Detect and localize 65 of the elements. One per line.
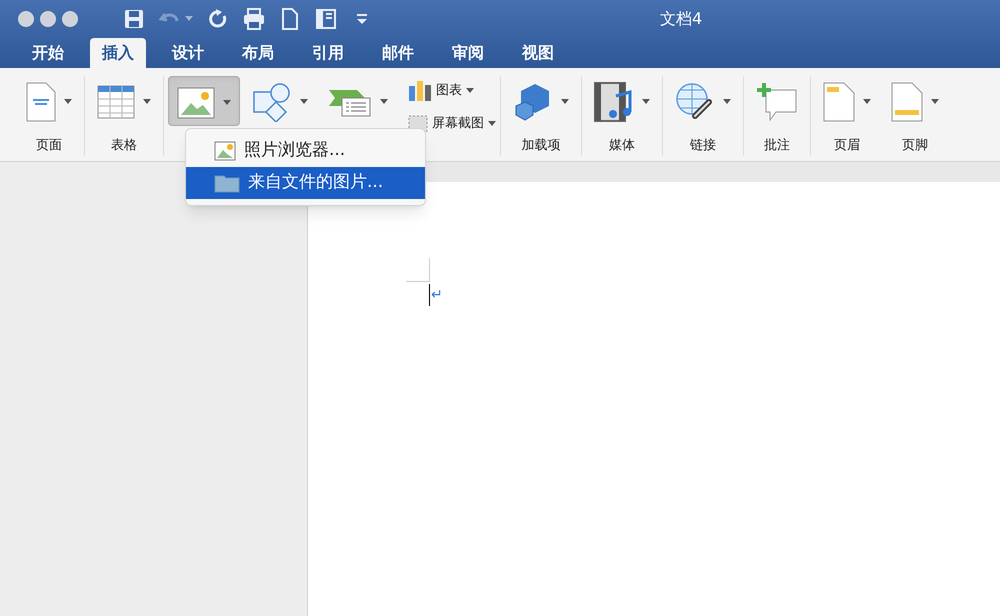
ribbon-tab[interactable]: 开始 — [20, 38, 76, 68]
ribbon-button[interactable]: 加载项 — [505, 76, 577, 156]
caret-icon — [863, 99, 871, 105]
caret-icon — [185, 16, 193, 22]
caret-icon — [723, 99, 731, 105]
paragraph-mark: ↵ — [431, 286, 443, 304]
caret-icon — [380, 99, 388, 105]
margin-mark — [406, 258, 430, 282]
ribbon-button[interactable]: 页面 — [18, 76, 80, 156]
ribbon-tab[interactable]: 插入 — [90, 38, 146, 68]
caret-icon — [561, 99, 569, 105]
shapes-icon — [252, 82, 292, 122]
ribbon-tab[interactable]: 邮件 — [370, 38, 426, 68]
ribbon-button-label: 加载项 — [522, 137, 560, 155]
ribbon-button[interactable]: 页脚 — [883, 76, 947, 156]
bar-chart-icon — [408, 80, 432, 102]
menu-item[interactable]: 照片浏览器... — [186, 135, 425, 167]
ribbon-button[interactable] — [168, 76, 240, 126]
ribbon-button-label: 媒体 — [609, 137, 635, 155]
print-icon[interactable] — [243, 8, 265, 30]
caret-icon — [300, 99, 308, 105]
table-icon — [97, 85, 135, 119]
ribbon-tab[interactable]: 布局 — [230, 38, 286, 68]
caret-icon — [466, 88, 474, 94]
picture-icon — [214, 141, 236, 161]
ribbon-button-label: 表格 — [111, 137, 137, 155]
folder-icon — [214, 173, 240, 193]
ribbon-button[interactable]: 页眉 — [815, 76, 879, 156]
page-icon — [26, 82, 56, 122]
ribbon-button-label: 链接 — [690, 137, 716, 155]
ribbon-button-label: 页脚 — [902, 137, 928, 155]
page-footer-icon — [891, 82, 923, 122]
comment-icon — [756, 82, 798, 122]
ribbon-tab[interactable]: 审阅 — [440, 38, 496, 68]
globe-link-icon — [675, 82, 715, 122]
ribbon-button[interactable]: 媒体 — [586, 76, 658, 156]
ribbon-button-label: 页眉 — [834, 137, 860, 155]
caret-icon — [64, 99, 72, 105]
document-icon[interactable] — [279, 8, 301, 30]
ribbon-small-button[interactable]: 图表 — [408, 80, 496, 102]
ribbon-tab[interactable]: 引用 — [300, 38, 356, 68]
ribbon-button[interactable]: 表格 — [89, 76, 159, 156]
window-title: 文档4 — [660, 8, 702, 30]
ribbon-button-label: 批注 — [764, 137, 790, 155]
ribbon-tab[interactable]: 视图 — [510, 38, 566, 68]
caret-icon — [931, 99, 939, 105]
caret-icon — [143, 99, 151, 105]
film-music-icon — [594, 82, 634, 122]
window-control[interactable] — [40, 11, 56, 27]
ribbon-button-label: 页面 — [36, 137, 62, 155]
caret-icon — [223, 100, 231, 106]
save-icon[interactable] — [123, 8, 145, 30]
text-cursor — [429, 284, 430, 306]
menu-item[interactable]: 来自文件的图片... — [186, 167, 425, 199]
caret-icon — [642, 99, 650, 105]
sidebar-icon[interactable] — [315, 8, 337, 30]
ribbon-button[interactable]: 链接 — [667, 76, 739, 156]
picture-icon — [177, 87, 215, 119]
redo-icon[interactable] — [207, 8, 229, 30]
ribbon-tab[interactable]: 设计 — [160, 38, 216, 68]
window-control[interactable] — [18, 11, 34, 27]
window-control[interactable] — [62, 11, 78, 27]
page-header-icon — [823, 82, 855, 122]
caret-icon — [488, 120, 496, 127]
ribbon-button[interactable]: 批注 — [748, 76, 806, 156]
